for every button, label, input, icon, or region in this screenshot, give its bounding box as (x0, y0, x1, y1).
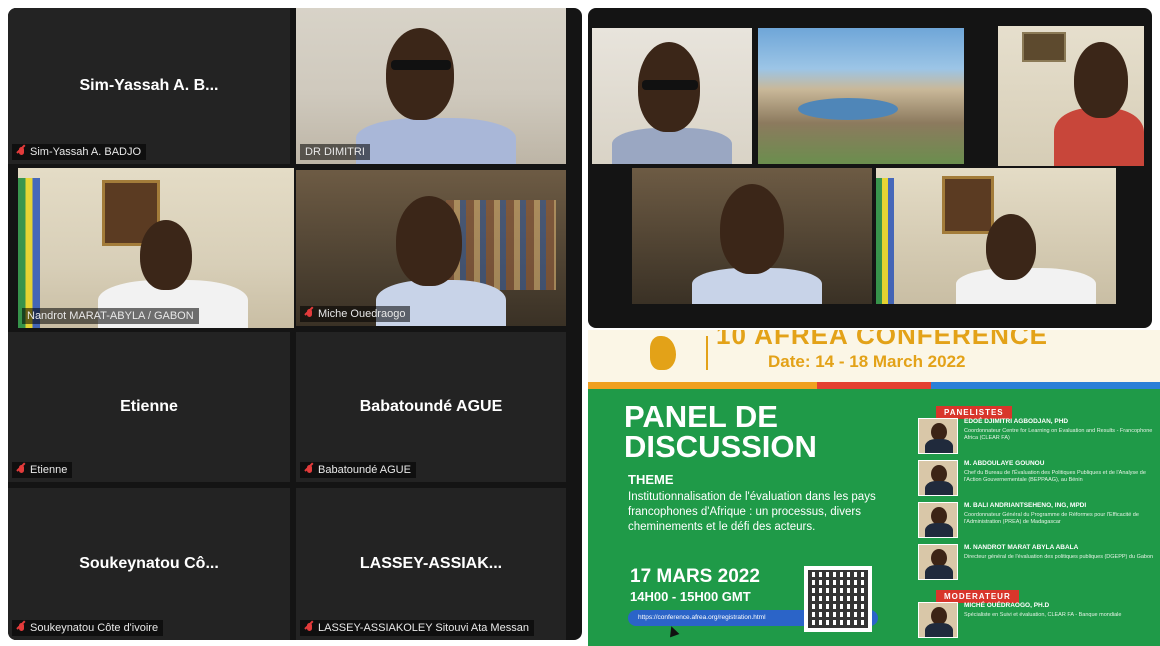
panelist-photo (918, 502, 958, 538)
participant-tile[interactable] (758, 28, 964, 164)
event-poster: 10 AFREA CONFERENCE Date: 14 - 18 March … (588, 330, 1160, 646)
participant-tile-active-speaker[interactable]: Nandrot MARAT-ABYLA / GABON (18, 168, 294, 328)
participant-video (592, 28, 752, 164)
participant-display-name: Sim-Yassah A. B... (79, 77, 219, 94)
panelist-photo (918, 418, 958, 454)
panelist-photo (918, 460, 958, 496)
theme-label: THEME (628, 472, 674, 487)
participant-tile[interactable] (876, 168, 1116, 304)
participant-name-tag: LASSEY-ASSIAKOLEY Sitouvi Ata Messan (300, 620, 534, 636)
participant-tile[interactable]: Miche Ouedraogo (296, 170, 566, 326)
participant-tile[interactable]: Babatoundé AGUE Babatoundé AGUE (296, 332, 566, 482)
mic-muted-icon (17, 622, 26, 634)
mic-muted-icon (17, 464, 26, 476)
participant-display-name: LASSEY-ASSIAK... (359, 555, 503, 572)
participant-tile[interactable]: Sim-Yassah A. B... Sim-Yassah A. BADJO (8, 8, 290, 164)
participant-name-tag: Nandrot MARAT-ABYLA / GABON (22, 308, 199, 324)
africa-map-icon (650, 336, 676, 370)
logo-divider (706, 336, 708, 370)
participant-tile[interactable]: LASSEY-ASSIAK... LASSEY-ASSIAKOLEY Sitou… (296, 488, 566, 640)
participant-tile[interactable]: Etienne Etienne (8, 332, 290, 482)
mic-muted-icon (305, 308, 314, 320)
participant-name-tag: Babatoundé AGUE (300, 462, 416, 478)
event-date: 17 MARS 2022 (630, 566, 760, 587)
qr-code-icon (804, 566, 872, 632)
participant-tile[interactable]: Soukeynatou Cô... Soukeynatou Côte d'ivo… (8, 488, 290, 640)
event-time: 14H00 - 15H00 GMT (630, 589, 751, 604)
zoom-gallery-right (588, 8, 1152, 328)
participant-display-name: Soukeynatou Cô... (79, 555, 219, 572)
participant-tile[interactable] (592, 28, 752, 164)
poster-header: 10 AFREA CONFERENCE Date: 14 - 18 March … (588, 330, 1160, 382)
participant-tile[interactable]: DR DIMITRI (296, 8, 566, 164)
theme-text: Institutionnalisation de l'évaluation da… (628, 491, 876, 533)
participant-video (632, 168, 872, 304)
mic-muted-icon (17, 146, 26, 158)
participant-video (998, 26, 1144, 166)
panelist-item: M. ABDOULAYE GOUNOU Chef du Bureau de l'… (918, 458, 1158, 498)
panelist-item: M. BALI ANDRIANTSEHENO, ING, MPDI Coordo… (918, 500, 1158, 540)
mic-muted-icon (305, 464, 314, 476)
panelist-photo (918, 544, 958, 580)
participant-tile-active-speaker[interactable] (998, 26, 1144, 166)
mouse-cursor-icon (666, 624, 680, 638)
panelist-item: EDOÉ DJIMITRI AGBODJAN, PHD Coordonnateu… (918, 416, 1158, 456)
participant-video (876, 168, 1116, 304)
participant-video (296, 170, 566, 326)
participant-name-tag: Miche Ouedraogo (300, 306, 411, 322)
moderator-item: MICHÉ OUÉDRAOGO, PH.D Spécialiste en Sui… (918, 600, 1158, 640)
moderator-photo (918, 602, 958, 638)
panel-title: PANEL DE DISCUSSION (624, 399, 817, 464)
participant-name-tag: Soukeynatou Côte d'ivoire (12, 620, 164, 636)
panelist-item: M. NANDROT MARAT ABYLA ABALA Directeur g… (918, 542, 1158, 582)
participant-display-name: Etienne (120, 398, 178, 415)
conference-title: 10 AFREA CONFERENCE (716, 330, 1049, 350)
conference-date: Date: 14 - 18 March 2022 (768, 352, 966, 371)
screenshot-root: Sim-Yassah A. B... Sim-Yassah A. BADJO D… (0, 0, 1160, 646)
participant-name-tag: DR DIMITRI (300, 144, 370, 160)
participant-name-tag: Sim-Yassah A. BADJO (12, 144, 147, 160)
color-stripe (588, 382, 1160, 389)
participant-video (18, 168, 294, 328)
mic-muted-icon (305, 622, 314, 634)
participant-video (758, 28, 964, 164)
participant-name-tag: Etienne (12, 462, 73, 478)
participant-tile[interactable] (632, 168, 872, 304)
participant-video (296, 8, 566, 164)
zoom-gallery-left: Sim-Yassah A. B... Sim-Yassah A. BADJO D… (8, 8, 582, 640)
participant-display-name: Babatoundé AGUE (359, 398, 503, 415)
